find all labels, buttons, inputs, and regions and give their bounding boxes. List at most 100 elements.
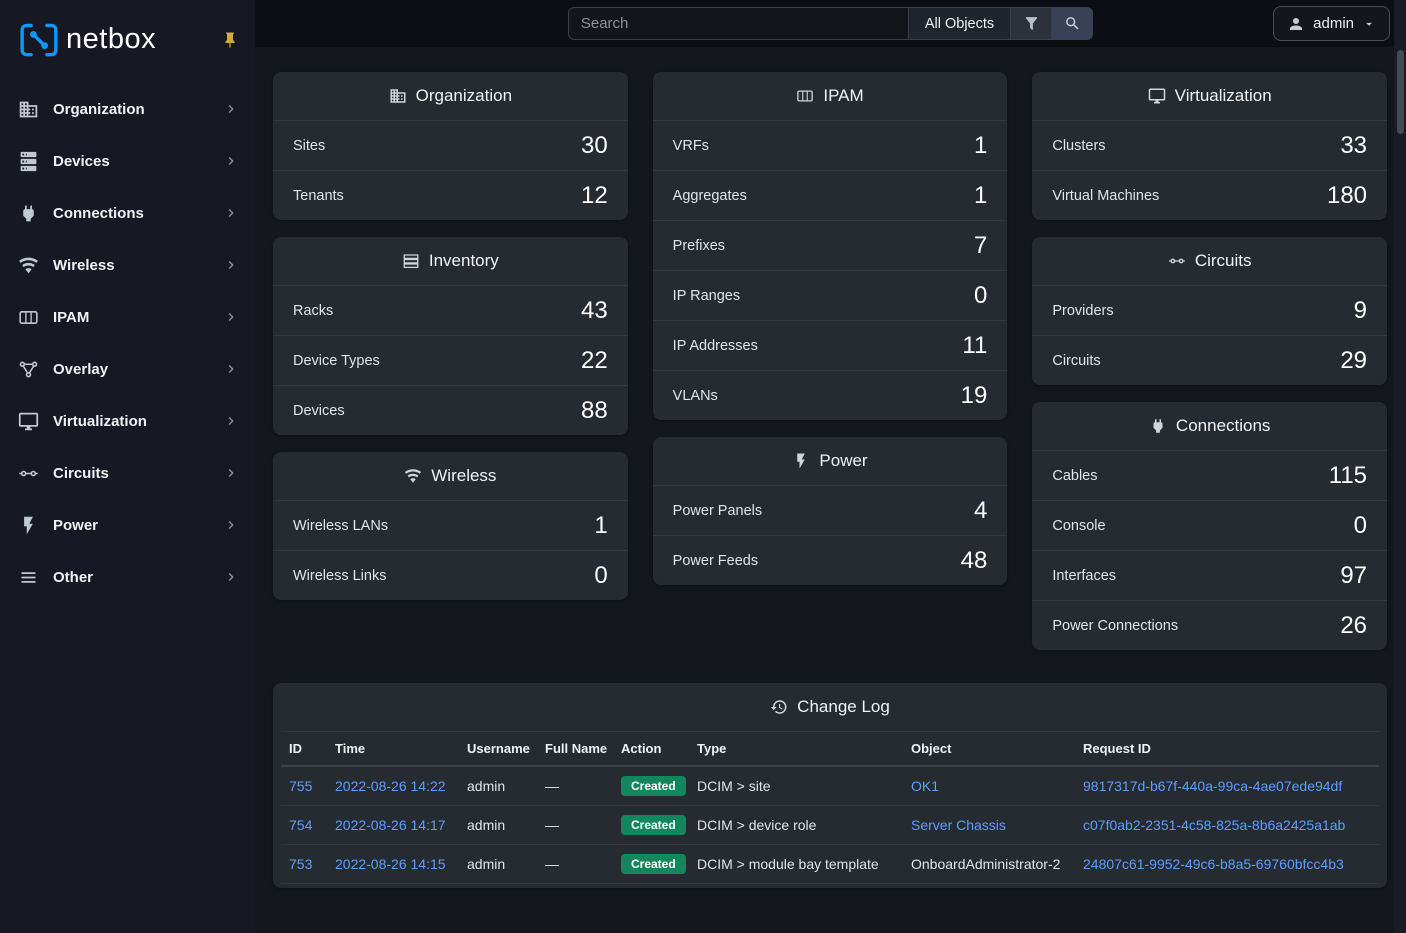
stat-label: Wireless LANs — [293, 518, 388, 534]
change-id-link[interactable]: 754 — [289, 817, 312, 833]
stat-label: Aggregates — [673, 188, 747, 204]
change-id-link[interactable]: 755 — [289, 778, 312, 794]
scrollbar-track[interactable] — [1394, 0, 1406, 933]
change-request-id-link[interactable]: c07f0ab2-2351-4c58-825a-8b6a2425a1ab — [1083, 817, 1345, 833]
stat-value: 7 — [974, 234, 987, 258]
stat-row-virtual-machines[interactable]: Virtual Machines 180 — [1032, 170, 1387, 220]
stat-value: 19 — [961, 384, 988, 408]
stat-row-power-connections[interactable]: Power Connections 26 — [1032, 600, 1387, 650]
sidebar-item-devices[interactable]: Devices — [0, 135, 255, 187]
stat-row-vlans[interactable]: VLANs 19 — [653, 370, 1008, 420]
object-type-button[interactable]: All Objects — [908, 7, 1011, 40]
stat-row-prefixes[interactable]: Prefixes 7 — [653, 220, 1008, 270]
change-object: OnboardAdministrator-2 — [911, 856, 1060, 872]
change-request-id-link[interactable]: 9817317d-b67f-440a-99ca-4ae07ede94df — [1083, 778, 1342, 794]
stat-row-tenants[interactable]: Tenants 12 — [273, 170, 628, 220]
change-object-link[interactable]: Server Chassis — [911, 817, 1006, 833]
stat-label: Providers — [1052, 303, 1113, 319]
stat-value: 88 — [581, 399, 608, 423]
sidebar-item-connections[interactable]: Connections — [0, 187, 255, 239]
stat-row-devices[interactable]: Devices 88 — [273, 385, 628, 435]
changelog-table: ID Time Username Full Name Action Type O… — [273, 731, 1387, 888]
stat-value: 33 — [1340, 134, 1367, 158]
stat-row-wireless-lans[interactable]: Wireless LANs 1 — [273, 500, 628, 550]
sidebar-item-label: Overlay — [53, 361, 108, 378]
stat-label: VRFs — [673, 138, 709, 154]
scrollbar-thumb[interactable] — [1397, 50, 1404, 134]
search-input[interactable] — [568, 7, 908, 40]
stat-row-circuits[interactable]: Circuits 29 — [1032, 335, 1387, 385]
sidebar-item-wireless[interactable]: Wireless — [0, 239, 255, 291]
graph-icon — [18, 359, 39, 380]
stat-row-wireless-links[interactable]: Wireless Links 0 — [273, 550, 628, 600]
circuits-card: Circuits Providers 9 Circuits 29 — [1032, 237, 1387, 385]
stat-row-sites[interactable]: Sites 30 — [273, 120, 628, 170]
card-title: Connections — [1176, 416, 1271, 436]
stat-row-power-panels[interactable]: Power Panels 4 — [653, 485, 1008, 535]
stat-row-ip-addresses[interactable]: IP Addresses 11 — [653, 320, 1008, 370]
stat-row-vrfs[interactable]: VRFs 1 — [653, 120, 1008, 170]
change-time-link[interactable]: 2022-08-26 14:15 — [335, 856, 446, 872]
sidebar-item-ipam[interactable]: IPAM — [0, 291, 255, 343]
history-icon — [770, 698, 788, 716]
card-header: Inventory — [273, 237, 628, 285]
sidebar-item-virtualization[interactable]: Virtualization — [0, 395, 255, 447]
filter-button[interactable] — [1011, 7, 1052, 40]
stat-row-power-feeds[interactable]: Power Feeds 48 — [653, 535, 1008, 585]
change-id-link[interactable]: 753 — [289, 856, 312, 872]
sidebar-item-organization[interactable]: Organization — [0, 83, 255, 135]
change-time-link[interactable]: 2022-08-26 14:22 — [335, 778, 446, 794]
card-title: Circuits — [1195, 251, 1252, 271]
stat-row-clusters[interactable]: Clusters 33 — [1032, 120, 1387, 170]
counter-icon — [796, 87, 814, 105]
sidebar-item-other[interactable]: Other — [0, 551, 255, 603]
stat-row-console[interactable]: Console 0 — [1032, 500, 1387, 550]
sidebar-item-power[interactable]: Power — [0, 499, 255, 551]
column-header-request-id: Request ID — [1075, 732, 1379, 767]
netbox-logo-icon[interactable] — [18, 22, 60, 58]
stat-value: 22 — [581, 349, 608, 373]
changelog-title: Change Log — [797, 697, 890, 717]
stat-row-ip-ranges[interactable]: IP Ranges 0 — [653, 270, 1008, 320]
building-icon — [18, 99, 39, 120]
stat-row-providers[interactable]: Providers 9 — [1032, 285, 1387, 335]
circuit-icon — [18, 463, 39, 484]
sidebar-item-overlay[interactable]: Overlay — [0, 343, 255, 395]
change-object-link[interactable]: OK1 — [911, 778, 939, 794]
monitor-icon — [1148, 87, 1166, 105]
chevron-right-icon — [223, 361, 239, 377]
change-time-link[interactable]: 2022-08-26 14:17 — [335, 817, 446, 833]
sidebar-item-circuits[interactable]: Circuits — [0, 447, 255, 499]
stat-row-cables[interactable]: Cables 115 — [1032, 450, 1387, 500]
netbox-wordmark[interactable]: netbox — [66, 23, 156, 56]
sidebar-pin-icon[interactable] — [221, 31, 239, 49]
change-type: DCIM > site — [697, 778, 771, 794]
dashboard-column-3: Virtualization Clusters 33 Virtual Machi… — [1032, 72, 1387, 650]
stat-value: 30 — [581, 134, 608, 158]
card-header: Organization — [273, 72, 628, 120]
main-area: All Objects admin — [255, 0, 1406, 933]
stat-row-aggregates[interactable]: Aggregates 1 — [653, 170, 1008, 220]
stat-value: 0 — [594, 564, 607, 588]
table-row: 755 2022-08-26 14:22 admin — Created DCI… — [281, 766, 1379, 806]
stat-label: Sites — [293, 138, 325, 154]
stat-row-device-types[interactable]: Device Types 22 — [273, 335, 628, 385]
change-request-id-link[interactable]: 24807c61-9952-49c6-b8a5-69760bfcc4b3 — [1083, 856, 1344, 872]
stat-value: 1 — [974, 134, 987, 158]
ipam-card: IPAM VRFs 1 Aggregates 1 Prefixes 7 — [653, 72, 1008, 420]
monitor-icon — [18, 411, 39, 432]
stat-value: 97 — [1340, 564, 1367, 588]
search-icon — [1064, 15, 1081, 32]
card-title: IPAM — [823, 86, 863, 106]
sidebar-item-label: Connections — [53, 205, 144, 222]
stat-value: 12 — [581, 184, 608, 208]
stat-row-interfaces[interactable]: Interfaces 97 — [1032, 550, 1387, 600]
dashboard-column-1: Organization Sites 30 Tenants 12 — [273, 72, 628, 600]
stat-row-racks[interactable]: Racks 43 — [273, 285, 628, 335]
user-menu-button[interactable]: admin — [1273, 6, 1390, 41]
search-submit-button[interactable] — [1052, 7, 1093, 40]
organization-card: Organization Sites 30 Tenants 12 — [273, 72, 628, 220]
global-search: All Objects — [568, 7, 1093, 40]
stat-label: Power Feeds — [673, 553, 758, 569]
connections-card: Connections Cables 115 Console 0 Interfa… — [1032, 402, 1387, 650]
